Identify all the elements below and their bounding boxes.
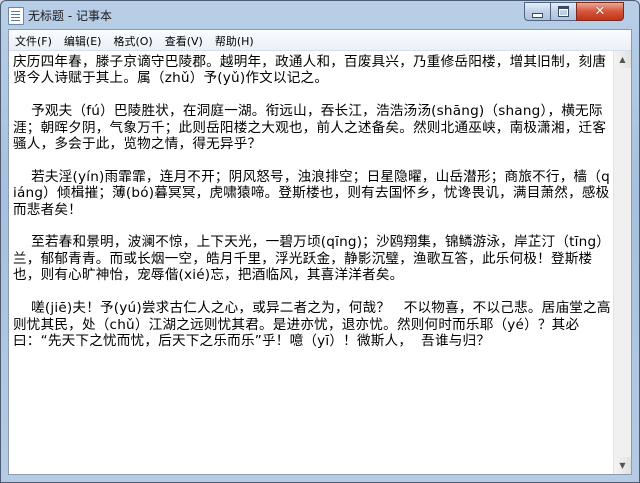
minimize-button[interactable] [524,2,551,21]
notepad-app-icon[interactable] [8,7,24,25]
menu-view[interactable]: 查看(V) [159,30,209,50]
window-title: 无标题 - 记事本 [28,9,112,23]
title-bar[interactable]: 无标题 - 记事本 ✕ [1,1,639,29]
menu-help[interactable]: 帮助(H) [209,30,260,50]
close-button[interactable]: ✕ [576,2,624,21]
menu-file[interactable]: 文件(F) [9,30,58,50]
maximize-button[interactable] [550,2,577,21]
notepad-window: 无标题 - 记事本 ✕ 文件(F) 编辑(E) 格式(O) 查看(V) 帮助(H… [0,0,640,483]
close-icon: ✕ [594,4,606,19]
maximize-icon [558,6,569,17]
scroll-down-arrow-icon[interactable]: ▼ [614,457,631,474]
client-area: 文件(F) 编辑(E) 格式(O) 查看(V) 帮助(H) 庆历四年春，滕子京谪… [8,29,632,475]
menu-format[interactable]: 格式(O) [107,30,158,50]
vertical-scrollbar[interactable]: ▲ ▼ [613,51,631,474]
menu-bar: 文件(F) 编辑(E) 格式(O) 查看(V) 帮助(H) [9,30,631,51]
text-editor[interactable]: 庆历四年春，滕子京谪守巴陵郡。越明年，政通人和，百废具兴，乃重修岳阳楼，增其旧制… [9,51,615,474]
menu-edit[interactable]: 编辑(E) [58,30,108,50]
scroll-up-arrow-icon[interactable]: ▲ [614,51,631,68]
minimize-icon [532,13,543,18]
